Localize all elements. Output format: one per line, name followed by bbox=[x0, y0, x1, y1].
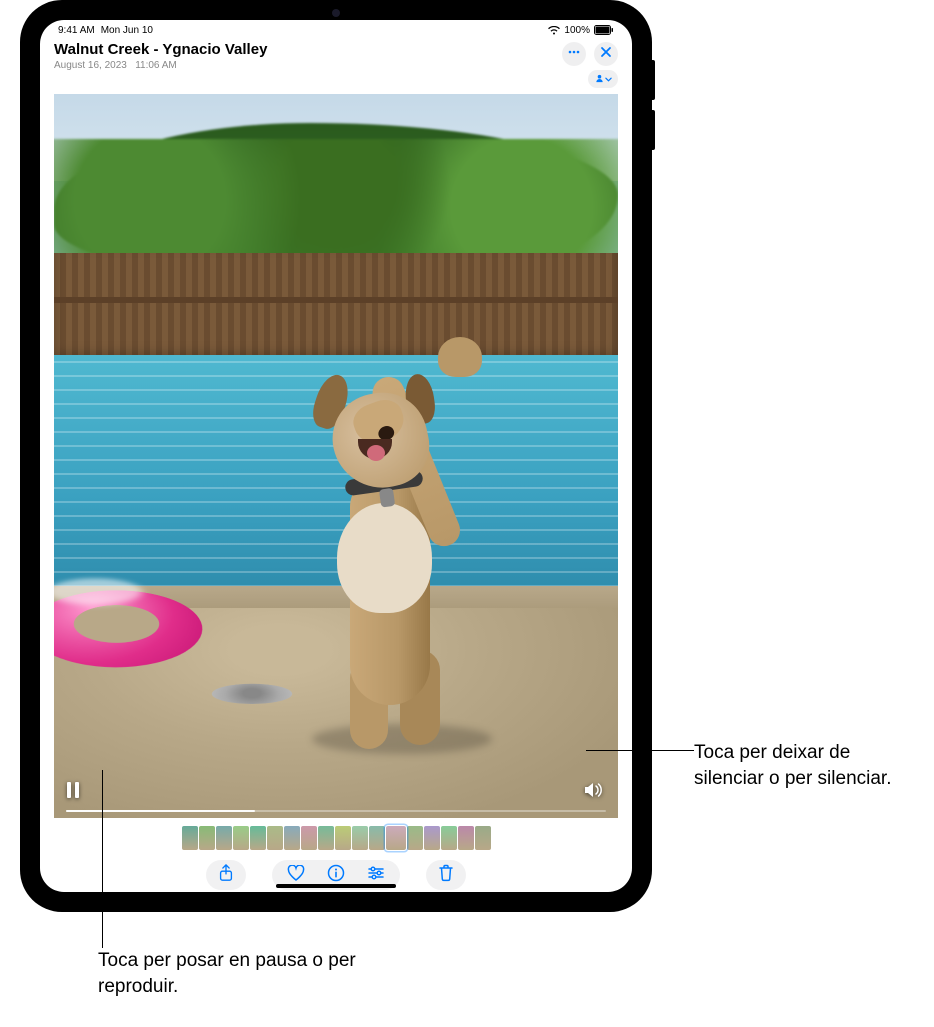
thumbnail[interactable] bbox=[441, 826, 457, 850]
thumbnail[interactable] bbox=[233, 826, 249, 850]
favorite-button[interactable] bbox=[286, 865, 306, 885]
close-icon bbox=[600, 45, 612, 63]
trash-button[interactable] bbox=[436, 865, 456, 885]
video-frame[interactable] bbox=[54, 94, 618, 818]
thumbnail[interactable] bbox=[267, 826, 283, 850]
person-icon bbox=[595, 74, 604, 85]
thumbnail[interactable] bbox=[424, 826, 440, 850]
callout-mute-text: Toca per deixar de silenciar o per silen… bbox=[694, 742, 891, 789]
thumbnail[interactable] bbox=[335, 826, 351, 850]
thumbnail[interactable] bbox=[369, 826, 385, 850]
ipad-device-frame: 9:41 AM Mon Jun 10 100% Walnut Creek - Y… bbox=[20, 0, 652, 912]
dog-subject bbox=[291, 282, 501, 742]
nav-header: Walnut Creek - Ygnacio Valley August 16,… bbox=[40, 38, 632, 94]
status-date: Mon Jun 10 bbox=[101, 25, 153, 36]
mute-button[interactable] bbox=[584, 782, 606, 804]
heart-icon bbox=[287, 865, 305, 886]
thumbnail[interactable] bbox=[475, 826, 491, 850]
thumbnail[interactable] bbox=[407, 826, 423, 850]
video-controls bbox=[54, 772, 618, 818]
share-icon bbox=[218, 864, 234, 887]
info-button[interactable] bbox=[326, 865, 346, 885]
thumbnail[interactable] bbox=[352, 826, 368, 850]
home-indicator[interactable] bbox=[276, 884, 396, 888]
thumbnail[interactable] bbox=[250, 826, 266, 850]
thumbnail-strip[interactable] bbox=[54, 818, 618, 854]
page-title: Walnut Creek - Ygnacio Valley bbox=[54, 42, 267, 59]
callout-playpause: Toca per posar en pausa o per reproduir. bbox=[98, 948, 358, 999]
pause-icon bbox=[66, 785, 80, 802]
ellipsis-icon bbox=[567, 45, 581, 64]
thumbnail[interactable] bbox=[182, 826, 198, 850]
sliders-icon bbox=[367, 865, 385, 886]
play-pause-button[interactable] bbox=[66, 782, 88, 804]
callout-playpause-text: Toca per posar en pausa o per reproduir. bbox=[98, 950, 356, 997]
subtitle-time: 11:06 AM bbox=[135, 60, 177, 71]
media-viewer bbox=[40, 94, 632, 892]
thumbnail[interactable] bbox=[318, 826, 334, 850]
scrubber-progress bbox=[66, 810, 255, 812]
thumbnail[interactable] bbox=[386, 826, 406, 850]
close-button[interactable] bbox=[594, 42, 618, 66]
subtitle-date: August 16, 2023 bbox=[54, 60, 127, 71]
callout-mute: Toca per deixar de silenciar o per silen… bbox=[694, 740, 924, 791]
front-camera bbox=[332, 9, 340, 17]
volume-down-button[interactable] bbox=[652, 110, 655, 150]
wifi-icon bbox=[548, 26, 560, 35]
video-scrubber[interactable] bbox=[66, 810, 606, 812]
volume-up-button[interactable] bbox=[652, 60, 655, 100]
status-bar: 9:41 AM Mon Jun 10 100% bbox=[40, 20, 632, 38]
status-time: 9:41 AM bbox=[58, 25, 95, 36]
thumbnail[interactable] bbox=[301, 826, 317, 850]
thumbnail[interactable] bbox=[216, 826, 232, 850]
adjust-button[interactable] bbox=[366, 865, 386, 885]
thumbnail[interactable] bbox=[199, 826, 215, 850]
thumbnail[interactable] bbox=[284, 826, 300, 850]
screen: 9:41 AM Mon Jun 10 100% Walnut Creek - Y… bbox=[40, 20, 632, 892]
thumbnail[interactable] bbox=[458, 826, 474, 850]
pool-float bbox=[54, 557, 201, 687]
trash-icon bbox=[438, 864, 454, 887]
more-button[interactable] bbox=[562, 42, 586, 66]
chevron-down-icon bbox=[605, 74, 612, 84]
people-button[interactable] bbox=[588, 70, 618, 88]
volume-icon bbox=[584, 785, 604, 802]
battery-icon bbox=[594, 25, 614, 35]
battery-percent: 100% bbox=[564, 25, 590, 36]
share-button[interactable] bbox=[216, 865, 236, 885]
